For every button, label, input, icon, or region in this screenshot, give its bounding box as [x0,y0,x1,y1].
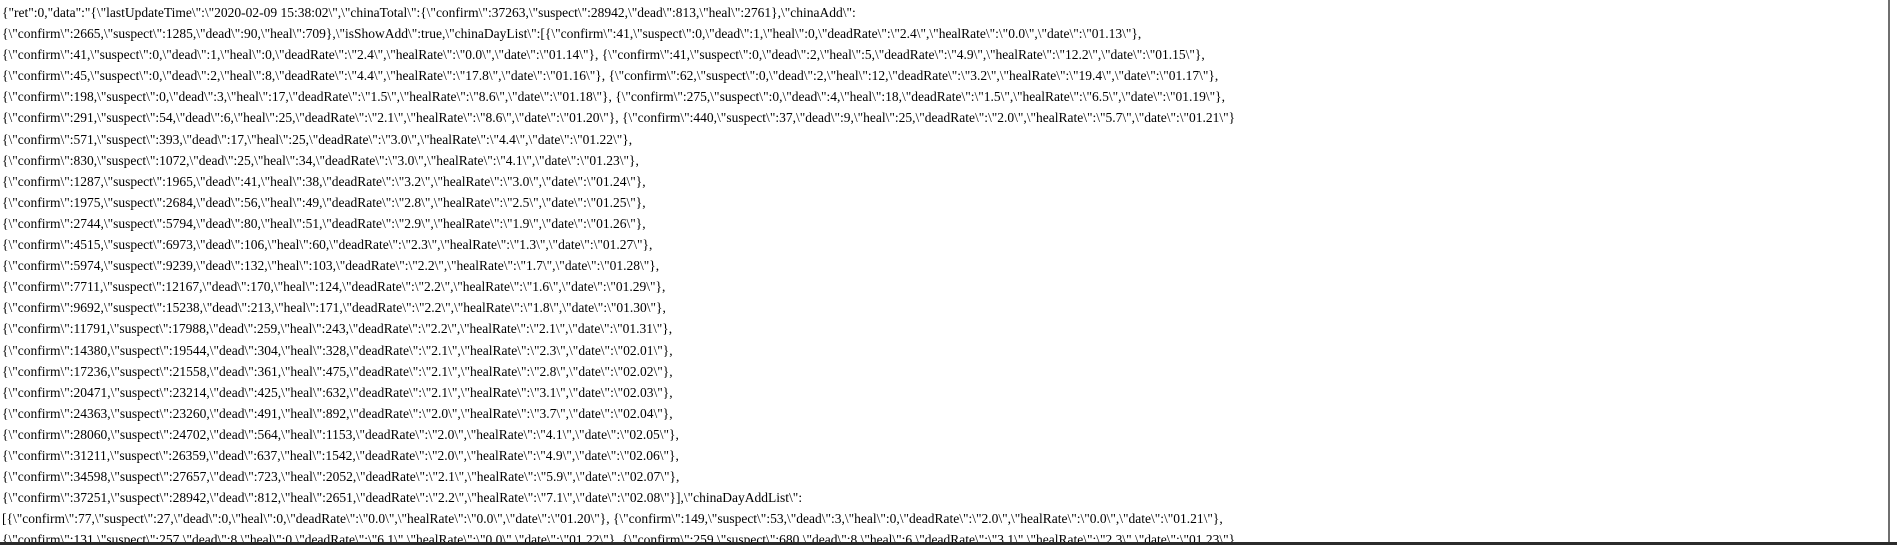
json-response-viewport[interactable]: {"ret":0,"data":"{\"lastUpdateTime\":\"2… [0,0,1897,545]
viewport-right-rule [1888,0,1890,542]
json-line: {\"confirm\":1287,\"suspect\":1965,\"dea… [2,173,646,189]
json-line: {\"confirm\":9692,\"suspect\":15238,\"de… [2,300,666,316]
json-line: {\"confirm\":24363,\"suspect\":23260,\"d… [2,405,673,421]
json-line: {\"confirm\":7711,\"suspect\":12167,\"de… [2,279,666,295]
json-line: {\"confirm\":198,\"suspect\":0,\"dead\":… [2,89,1226,105]
json-line: {\"confirm\":37251,\"suspect\":28942,\"d… [2,490,803,506]
json-line: {\"confirm\":41,\"suspect\":0,\"dead\":1… [2,47,1205,63]
json-line: {\"confirm\":14380,\"suspect\":19544,\"d… [2,342,673,358]
json-line: {\"confirm\":11791,\"suspect\":17988,\"d… [2,321,673,337]
json-line: {"ret":0,"data":"{\"lastUpdateTime\":\"2… [2,5,856,20]
json-line: {\"confirm\":1975,\"suspect\":2684,\"dea… [2,194,646,210]
json-line: {\"confirm\":4515,\"suspect\":6973,\"dea… [2,237,653,253]
json-line: {\"confirm\":20471,\"suspect\":23214,\"d… [2,384,673,400]
json-line: {\"confirm\":830,\"suspect\":1072,\"dead… [2,152,639,168]
json-line: {\"confirm\":2744,\"suspect\":5794,\"dea… [2,215,646,231]
json-line: {\"confirm\":2665,\"suspect\":1285,\"dea… [2,26,1142,42]
json-line: {\"confirm\":291,\"suspect\":54,\"dead\"… [2,110,1236,126]
json-line: {\"confirm\":31211,\"suspect\":26359,\"d… [2,447,679,463]
json-line: {\"confirm\":45,\"suspect\":0,\"dead\":2… [2,68,1219,84]
json-line: {\"confirm\":28060,\"suspect\":24702,\"d… [2,426,679,442]
json-line: {\"confirm\":5974,\"suspect\":9239,\"dea… [2,258,660,274]
json-line: {\"confirm\":17236,\"suspect\":21558,\"d… [2,363,673,379]
json-response-text[interactable]: {"ret":0,"data":"{\"lastUpdateTime\":\"2… [2,2,1888,545]
json-line: {\"confirm\":34598,\"suspect\":27657,\"d… [2,469,680,485]
json-line: {\"confirm\":571,\"suspect\":393,\"dead\… [2,131,633,147]
json-line: [{\"confirm\":77,\"suspect\":27,\"dead\"… [2,511,1223,527]
